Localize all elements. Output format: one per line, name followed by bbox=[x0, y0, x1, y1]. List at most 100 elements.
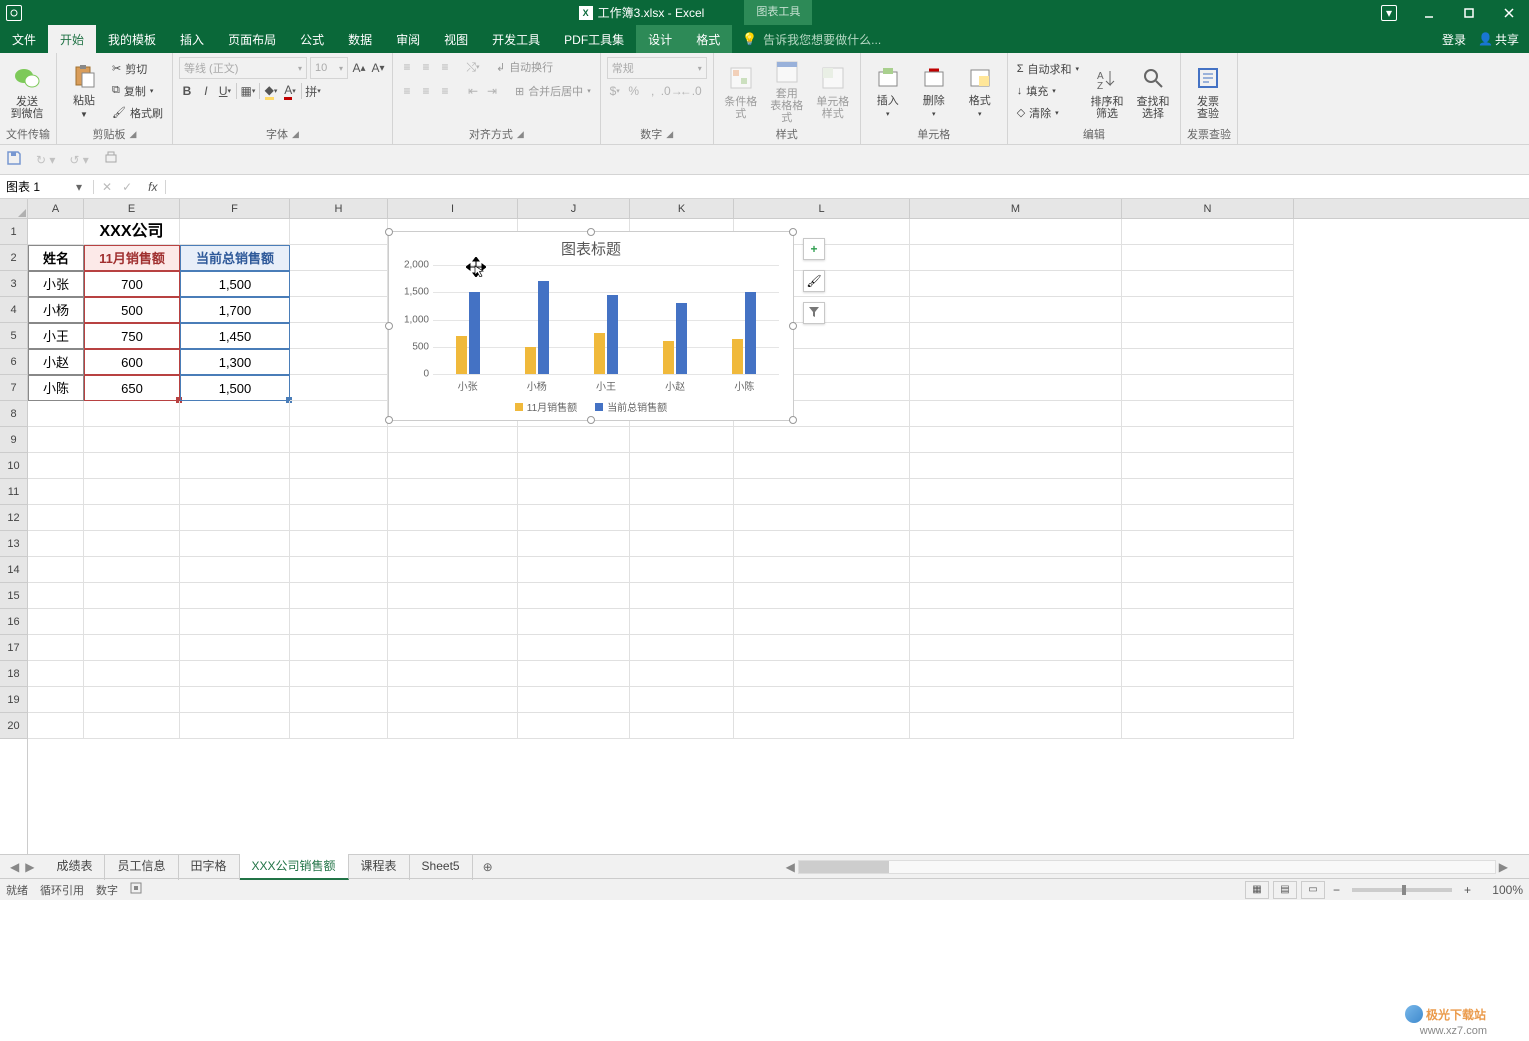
row-header[interactable]: 13 bbox=[0, 531, 27, 557]
cell[interactable] bbox=[180, 687, 290, 713]
cell[interactable] bbox=[518, 713, 630, 739]
chart-bar-series2[interactable] bbox=[607, 295, 618, 374]
row-header[interactable]: 6 bbox=[0, 349, 27, 375]
cell[interactable] bbox=[290, 349, 388, 375]
delete-cell-button[interactable]: 删除▾ bbox=[913, 58, 955, 124]
copy-button[interactable]: ⧉复制▾ bbox=[109, 81, 166, 101]
chart-bar-series2[interactable] bbox=[538, 281, 549, 374]
tab-review[interactable]: 审阅 bbox=[384, 25, 432, 53]
cell[interactable] bbox=[910, 505, 1122, 531]
format-cell-button[interactable]: 格式▾ bbox=[959, 58, 1001, 124]
clipboard-launcher-icon[interactable]: ◢ bbox=[130, 129, 137, 140]
align-bottom-icon[interactable]: ≡ bbox=[437, 59, 453, 75]
cell[interactable] bbox=[1122, 505, 1294, 531]
scroll-thumb[interactable] bbox=[799, 861, 889, 873]
cell[interactable] bbox=[910, 531, 1122, 557]
percent-icon[interactable]: % bbox=[626, 83, 642, 99]
cell[interactable] bbox=[1122, 609, 1294, 635]
cell[interactable] bbox=[180, 583, 290, 609]
cell[interactable] bbox=[630, 427, 734, 453]
cell[interactable] bbox=[1122, 401, 1294, 427]
tell-me-input[interactable]: 告诉我您想要做什么... bbox=[763, 31, 881, 48]
cell[interactable] bbox=[388, 427, 518, 453]
wrap-text-button[interactable]: ↲自动换行 bbox=[493, 57, 556, 77]
cell[interactable] bbox=[630, 609, 734, 635]
cell[interactable] bbox=[1122, 427, 1294, 453]
chart-add-element-button[interactable]: + bbox=[803, 238, 825, 260]
row-header[interactable]: 1 bbox=[0, 219, 27, 245]
align-top-icon[interactable]: ≡ bbox=[399, 59, 415, 75]
border-icon[interactable]: ▦▾ bbox=[240, 83, 256, 99]
close-icon[interactable] bbox=[1489, 0, 1529, 25]
align-launcher-icon[interactable]: ◢ bbox=[517, 129, 524, 140]
cell[interactable]: 1,700 bbox=[180, 297, 290, 323]
tab-dev[interactable]: 开发工具 bbox=[480, 25, 552, 53]
chart-legend[interactable]: 11月销售额 当前总销售额 bbox=[389, 399, 793, 414]
cond-format-button[interactable]: 条件格式 bbox=[720, 58, 762, 124]
cell[interactable]: 600 bbox=[84, 349, 180, 375]
macro-record-icon[interactable] bbox=[130, 882, 142, 897]
chart-bar-series2[interactable] bbox=[676, 303, 687, 374]
cell[interactable] bbox=[910, 453, 1122, 479]
cell[interactable] bbox=[910, 713, 1122, 739]
cell[interactable] bbox=[910, 401, 1122, 427]
cell[interactable] bbox=[630, 479, 734, 505]
col-header[interactable]: H bbox=[290, 199, 388, 218]
chart-bar-series1[interactable] bbox=[525, 347, 536, 374]
login-button[interactable]: 登录 bbox=[1442, 31, 1466, 48]
chart-object[interactable]: + 🖌 图表标题 05001,0001,5002,000 小张小杨小王小赵小陈 … bbox=[388, 231, 794, 421]
cell[interactable] bbox=[28, 427, 84, 453]
cell[interactable]: 小杨 bbox=[28, 297, 84, 323]
cell[interactable] bbox=[910, 323, 1122, 349]
quick-access-left-icon[interactable] bbox=[6, 5, 22, 21]
row-header[interactable]: 18 bbox=[0, 661, 27, 687]
cell[interactable] bbox=[28, 557, 84, 583]
cell[interactable] bbox=[388, 531, 518, 557]
cell[interactable]: 姓名 bbox=[28, 245, 84, 271]
cell[interactable] bbox=[290, 375, 388, 401]
row-header[interactable]: 5 bbox=[0, 323, 27, 349]
chevron-down-icon[interactable]: ▼ bbox=[80, 109, 88, 121]
zoom-slider[interactable] bbox=[1352, 888, 1452, 892]
cell[interactable] bbox=[180, 531, 290, 557]
sort-filter-button[interactable]: AZ排序和筛选 bbox=[1086, 58, 1128, 124]
col-header[interactable]: L bbox=[734, 199, 910, 218]
name-box-dropdown-icon[interactable]: ▾ bbox=[70, 180, 88, 194]
cell[interactable] bbox=[1122, 687, 1294, 713]
cell[interactable] bbox=[290, 505, 388, 531]
table-format-button[interactable]: 套用 表格格式 bbox=[766, 58, 808, 124]
cell[interactable] bbox=[180, 505, 290, 531]
cut-button[interactable]: ✂剪切 bbox=[109, 59, 166, 79]
cell[interactable]: 1,500 bbox=[180, 375, 290, 401]
redo-icon[interactable]: ↻ ▾ bbox=[36, 153, 55, 167]
cell[interactable] bbox=[910, 583, 1122, 609]
cell[interactable] bbox=[1122, 349, 1294, 375]
cell[interactable] bbox=[290, 323, 388, 349]
cell[interactable] bbox=[518, 661, 630, 687]
cell[interactable] bbox=[180, 609, 290, 635]
grow-font-icon[interactable]: A▴ bbox=[351, 60, 367, 76]
cell[interactable] bbox=[518, 531, 630, 557]
cell[interactable] bbox=[910, 271, 1122, 297]
chart-filter-button[interactable] bbox=[803, 302, 825, 324]
row-header[interactable]: 4 bbox=[0, 297, 27, 323]
font-launcher-icon[interactable]: ◢ bbox=[292, 129, 299, 140]
cell[interactable] bbox=[910, 297, 1122, 323]
align-right-icon[interactable]: ≡ bbox=[437, 83, 453, 99]
cell[interactable] bbox=[84, 583, 180, 609]
cell[interactable] bbox=[180, 635, 290, 661]
cell[interactable] bbox=[28, 453, 84, 479]
tab-data[interactable]: 数据 bbox=[336, 25, 384, 53]
phonetic-icon[interactable]: 拼▾ bbox=[305, 83, 321, 99]
cell[interactable] bbox=[28, 635, 84, 661]
sheet-next-icon[interactable]: ▶ bbox=[25, 860, 34, 874]
cell[interactable]: 小张 bbox=[28, 271, 84, 297]
send-wechat-button[interactable]: 发送 到微信 bbox=[6, 58, 48, 124]
cell[interactable] bbox=[290, 583, 388, 609]
merge-center-button[interactable]: ⊞合并后居中▾ bbox=[512, 81, 594, 101]
col-header[interactable]: M bbox=[910, 199, 1122, 218]
chart-style-button[interactable]: 🖌 bbox=[803, 270, 825, 292]
sheet-tab-3[interactable]: 田字格 bbox=[179, 854, 240, 880]
cell[interactable] bbox=[1122, 531, 1294, 557]
cell[interactable] bbox=[180, 219, 290, 245]
